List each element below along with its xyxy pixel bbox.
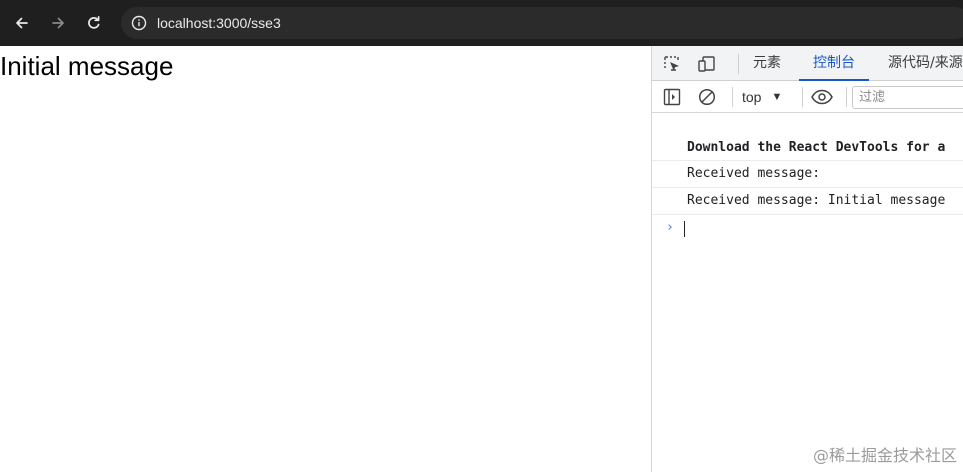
console-row-divider [652, 214, 963, 215]
console-message: Received message: Initial message [687, 193, 946, 208]
arrow-left-icon [16, 17, 28, 29]
live-expression-eye-icon[interactable] [810, 87, 834, 107]
page-message: Initial message [0, 51, 174, 81]
clear-console-icon[interactable] [697, 87, 717, 107]
reload-icon [88, 16, 100, 29]
devtools-tab-bar: 元素 控制台 源代码/来源 [652, 46, 963, 81]
console-message: Download the React DevTools for a [687, 140, 946, 155]
address-bar[interactable]: localhost:3000/sse3 [121, 7, 963, 39]
reload-button[interactable] [82, 11, 106, 35]
console-toolbar: top ▼ [652, 81, 963, 113]
dropdown-caret-icon: ▼ [771, 91, 783, 103]
console-prompt-icon: › [666, 220, 674, 235]
console-message: Received message: [687, 166, 821, 181]
tab-divider [738, 54, 739, 74]
context-selector[interactable]: top ▼ [742, 87, 782, 107]
inspect-element-icon[interactable] [662, 54, 682, 74]
toolbar-divider [802, 87, 803, 107]
forward-button[interactable] [46, 11, 70, 35]
filter-input[interactable] [853, 87, 963, 108]
arrow-right-icon [52, 17, 64, 29]
page-viewport: Initial message [0, 46, 651, 472]
device-toolbar-icon[interactable] [697, 54, 717, 74]
watermark: @稀土掘金技术社区 [812, 446, 957, 465]
toolbar-divider [846, 87, 847, 107]
devtools-panel: 元素 控制台 源代码/来源 top ▼ Download the React D… [651, 46, 963, 472]
console-input-cursor[interactable] [684, 221, 685, 237]
tab-console[interactable]: 控制台 [799, 46, 869, 81]
tab-sources[interactable]: 源代码/来源 [888, 46, 963, 81]
context-label: top [742, 89, 762, 105]
browser-toolbar: localhost:3000/sse3 [0, 0, 963, 46]
back-button[interactable] [10, 11, 34, 35]
toolbar-divider [732, 87, 733, 107]
console-output: Download the React DevTools for a Receiv… [652, 113, 963, 472]
console-filter[interactable] [852, 86, 963, 109]
sidebar-toggle-icon[interactable] [662, 87, 682, 107]
info-icon[interactable] [131, 15, 147, 31]
tab-elements[interactable]: 元素 [753, 46, 781, 81]
url-text[interactable]: localhost:3000/sse3 [157, 15, 281, 31]
